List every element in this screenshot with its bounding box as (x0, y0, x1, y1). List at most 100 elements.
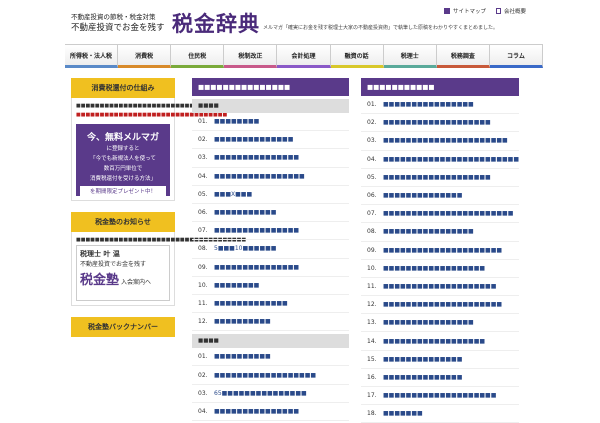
nav-item[interactable]: 税務調査 (436, 45, 490, 68)
list-link[interactable]: ■■■■■■■■■■■■■■ (383, 192, 462, 199)
sitemap-link[interactable]: サイトマップ (443, 7, 486, 15)
list-item[interactable]: 01. ■■■■■■■■■■■■■■■■ (361, 96, 519, 115)
sidebar-box-title[interactable]: 税金塾のお知らせ (71, 212, 175, 232)
list-number: 03. (367, 137, 377, 145)
list-item[interactable]: 04. ■■■■■■■■■■■■■■■■■■■■■■■■ (361, 151, 519, 169)
list-link[interactable]: ■■■■■■■■■■■■■■■■■■■■■■■ (383, 210, 513, 217)
list-link[interactable]: ■■■■■■■■■■■■■■■■ (383, 228, 474, 235)
list-link[interactable]: ■■■■■■■■■■■■■■■■ (214, 173, 305, 180)
list-link[interactable]: ■■■■■■■■■■■■■■■■■■■■■■■■ (383, 156, 519, 163)
list-item[interactable]: 15. ■■■■■■■■■■■■■■ (361, 351, 519, 369)
sidebar-box-body: ■■■■■■■■■■■■■■■■■■■■■■■■■■■■■■■■■■■■ 税理士… (71, 232, 246, 306)
list-item[interactable]: 10. ■■■■■■■■■■■■■■■■■■ (361, 260, 519, 278)
list-item[interactable]: 02. ■■■■■■■■■■■■■■■■■■ (192, 366, 349, 385)
sidebar-box-refund: 消費税還付の仕組み ■■■■■■■■■■■■■■■■■■■■■■■■■■■■■■… (71, 78, 237, 201)
list-item[interactable]: 18. ■■■■■■■ (361, 405, 519, 423)
list-link[interactable]: ■■■■■■■■■■■■■■■ (214, 408, 299, 415)
list-item[interactable]: 11. ■■■■■■■■■■■■■ (192, 295, 349, 314)
list-item[interactable]: 01. ■■■■■■■■ (192, 113, 349, 132)
list-item[interactable]: 12. ■■■■■■■■■■■■■■■■■■■■■ (361, 296, 519, 315)
list-item[interactable]: 07. ■■■■■■■■■■■■■■■ (192, 222, 349, 241)
list-item[interactable]: 02. ■■■■■■■■■■■■■■■■■■■ (361, 114, 519, 133)
list-link[interactable]: ■■■■■■■■■■■■■■■■■■■■■ (383, 301, 502, 308)
list-link[interactable]: ■■■■■■■■■■■■■■■■■■■■ (383, 283, 496, 290)
document-icon (495, 8, 501, 14)
list-link[interactable]: ■■■■■■■■■■■■■ (214, 300, 288, 307)
newsletter-banner[interactable]: 今、無料メルマガ に登録すると 「今でも新規法人を使って 数百万円単位で 消費税… (76, 124, 170, 196)
sidebar-box-title[interactable]: 消費税還付の仕組み (71, 78, 175, 98)
nav-item[interactable]: 融資の話 (330, 45, 384, 68)
list-item[interactable]: 01. ■■■■■■■■■■ (192, 348, 349, 367)
list-item[interactable]: 11. ■■■■■■■■■■■■■■■■■■■■ (361, 278, 519, 297)
list-link[interactable]: ■■■■■■■■■■■■■■■■ (383, 319, 474, 326)
list-number: 02. (198, 371, 208, 379)
sidebar-box-title[interactable]: 税金塾バックナンバー (71, 317, 175, 337)
list-link[interactable]: ■■■■■■■■■■■■■■ (214, 136, 293, 143)
nav-item[interactable]: 税制改正 (224, 45, 278, 68)
list-item[interactable]: 06. ■■■■■■■■■■■ (192, 204, 349, 223)
list-item[interactable]: 09. ■■■■■■■■■■■■■■■ (192, 259, 349, 277)
list-link[interactable]: ■■■■■■■■■■■■■■■■■■■ (383, 119, 491, 126)
list-item[interactable]: 13. ■■■■■■■■■■■■■■■■ (361, 314, 519, 333)
header-links: サイトマップ 会社概要 (443, 7, 526, 15)
list-link[interactable]: ■■■■■■■■■■■■■■■ (214, 264, 299, 271)
list-item[interactable]: 03. ■■■■■■■■■■■■■■■■■■■■■■ (361, 132, 519, 151)
list-item[interactable]: 03. 65■■■■■■■■■■■■■■■ (192, 385, 349, 403)
list-link[interactable]: ■■■■■■■■■■■■■■■■■■■■■■ (383, 137, 508, 144)
juku-banner[interactable]: 税理士 叶 温 不動産投資でお金を残す 税金塾 入会案内へ (76, 245, 170, 301)
nav-item[interactable]: 住民税 (171, 45, 225, 68)
nav-item[interactable]: 消費税 (118, 45, 172, 68)
list-item[interactable]: 05. ■■■X■■■ (192, 186, 349, 204)
list-link[interactable]: ■■■■■■■ (383, 410, 423, 417)
list-link[interactable]: ■■■■■■■■■■■■■■■■■■■■■ (383, 247, 502, 254)
list-link[interactable]: ■■■■■■■■■■■■■■■■■■ (383, 265, 485, 272)
right-column: ■■■■■■■■■■■ 01. ■■■■■■■■■■■■■■■■ 02. ■■■■■■… (361, 78, 519, 423)
list-item[interactable]: 08. 5■■■10■■■■■■ (192, 240, 349, 259)
list-number: 01. (367, 101, 377, 109)
list-item[interactable]: 02. ■■■■■■■■■■■■■■ (192, 131, 349, 150)
list-link[interactable]: ■■■■■■■■ (214, 282, 259, 289)
list-link[interactable]: ■■■■■■■■■■■■■■ (383, 374, 462, 381)
site-logo[interactable]: 税金辞典 (172, 8, 260, 38)
nav-item[interactable]: 会計処理 (277, 45, 331, 68)
list-link[interactable]: ■■■■■■■■■■■■■■ (383, 356, 462, 363)
list-item[interactable]: 17. ■■■■■■■■■■■■■■■■■■■■ (361, 387, 519, 406)
list-item[interactable]: 06. ■■■■■■■■■■■■■■ (361, 187, 519, 206)
list-item[interactable]: 04. ■■■■■■■■■■■■■■■ (192, 403, 349, 421)
list-link[interactable]: 5■■■10■■■■■■ (214, 245, 276, 252)
list-item[interactable]: 08. ■■■■■■■■■■■■■■■■ (361, 223, 519, 242)
list-link[interactable]: ■■■■■■■■■■■■■■■ (214, 154, 299, 161)
nav-item[interactable]: 所得税・法人税 (65, 45, 119, 68)
list-link[interactable]: ■■■■■■■■ (214, 118, 259, 125)
list-item[interactable]: 07. ■■■■■■■■■■■■■■■■■■■■■■■ (361, 205, 519, 224)
list-item[interactable]: 05. ■■■■■■■■■■■■■■■■■■■ (361, 169, 519, 187)
list-link[interactable]: ■■■■■■■■■■■■■■■■■■ (383, 338, 485, 345)
list-item[interactable]: 14. ■■■■■■■■■■■■■■■■■■ (361, 332, 519, 351)
list-number: 10. (367, 264, 377, 272)
nav-item[interactable]: コラム (489, 45, 543, 68)
list-link[interactable]: ■■■■■■■■■■ (214, 353, 271, 360)
list-item[interactable]: 10. ■■■■■■■■ (192, 277, 349, 295)
list-item[interactable]: 04. ■■■■■■■■■■■■■■■■ (192, 168, 349, 186)
list-number: 05. (367, 173, 377, 181)
sidebar-text: ■■■■■■■■■■■■■■■■■■■■■■■■■■■■■■■■■■ (76, 103, 237, 109)
section-heading: ■■■■ (192, 99, 349, 113)
company-link[interactable]: 会社概要 (495, 7, 526, 15)
list-link[interactable]: ■■■■■■■■■■■■■■■■ (383, 101, 474, 108)
nav-item[interactable]: 税理士 (383, 45, 437, 68)
list-link[interactable]: ■■■■■■■■■■■■■■■ (214, 227, 299, 234)
list-link[interactable]: ■■■■■■■■■■■ (214, 209, 276, 216)
list-link[interactable]: ■■■X■■■ (214, 191, 252, 198)
list-item[interactable]: 12. ■■■■■■■■■■ (192, 313, 349, 332)
list-item[interactable]: 03. ■■■■■■■■■■■■■■■ (192, 149, 349, 168)
list-link[interactable]: ■■■■■■■■■■ (214, 318, 271, 325)
main-nav: 所得税・法人税 消費税 住民税 税制改正 会計処理 融資の話 税理士 税務調査 コラム (65, 44, 543, 68)
list-link[interactable]: ■■■■■■■■■■■■■■■■■■ (214, 372, 316, 379)
list-number: 03. (198, 154, 208, 162)
list-link[interactable]: 65■■■■■■■■■■■■■■■ (214, 390, 307, 397)
list-item[interactable]: 09. ■■■■■■■■■■■■■■■■■■■■■ (361, 242, 519, 260)
column-heading: ■■■■■■■■■■■ (361, 78, 519, 96)
list-link[interactable]: ■■■■■■■■■■■■■■■■■■■ (383, 174, 491, 181)
list-item[interactable]: 16. ■■■■■■■■■■■■■■ (361, 369, 519, 387)
list-link[interactable]: ■■■■■■■■■■■■■■■■■■■■ (383, 392, 496, 399)
